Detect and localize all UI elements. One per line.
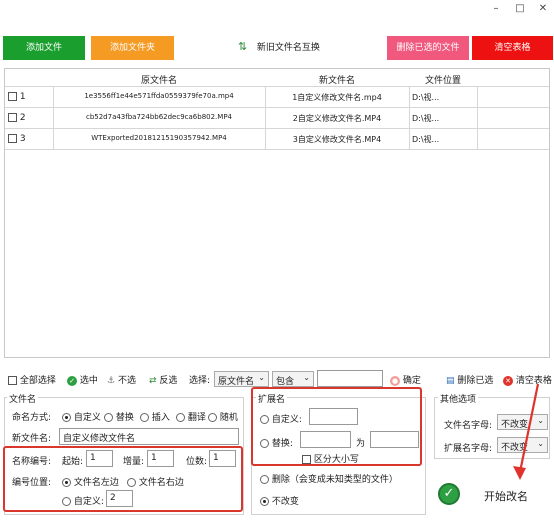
chevron-down-icon: ⌄ [258,373,265,382]
new-name-input[interactable]: 自定义修改文件名 [59,428,239,445]
table-row[interactable]: 3 WTExported20181215190357942.MP4 3自定义修改… [5,129,549,150]
original-name-cell: WTExported20181215190357942.MP4 [91,134,227,142]
select-all-checkbox[interactable]: 全部选择 [8,373,56,386]
original-name-cell: cb52d7a43fba724bb62dec9ca6b802.MP4 [85,113,233,121]
invert-icon: ⇄ [149,376,157,386]
location-cell: D:\视... [412,93,440,102]
digits-input[interactable]: 1 [209,450,236,467]
chevron-down-icon: ⌄ [303,373,310,382]
pos-custom-radio[interactable]: 自定义: [62,494,104,507]
maximize-icon[interactable]: □ [510,2,530,16]
filter-text-input[interactable] [317,370,383,387]
file-table: 原文件名 新文件名 文件位置 1 1e3556ff1e44e571ffda055… [4,68,550,358]
step-label: 增量: [123,457,145,467]
row-checkbox[interactable] [8,92,17,101]
row-checkbox[interactable] [8,113,17,122]
digits-label: 位数: [186,457,208,467]
checkmark-circle-icon: ✓ [438,483,460,505]
ext-custom-input[interactable] [309,408,358,425]
annotation-arrow [513,383,540,480]
clear-table-button[interactable]: 清空表格 [472,36,553,60]
ext-replace-to-input[interactable] [370,431,419,448]
start-label: 起始: [62,457,84,467]
confirm-icon: ● [390,375,400,386]
anchor-icon: ⚓ [107,376,116,386]
choose-label: 选择: [189,376,211,386]
mode-random-radio[interactable]: 随机 [208,410,238,423]
step-input[interactable]: 1 [147,450,174,467]
new-name-label: 新文件名: [12,434,52,444]
delete-list-icon: ▤ [446,376,455,386]
location-cell: D:\视... [412,114,440,123]
mode-translate-radio[interactable]: 翻译 [176,410,206,423]
swap-names-button[interactable]: ⇅ 新旧文件名互换 [238,40,320,53]
case-sensitive-checkbox[interactable]: 区分大小写 [302,452,359,465]
start-input[interactable]: 1 [86,450,113,467]
position-label: 编号位置: [12,478,52,488]
invert-selection-button[interactable]: ⇄ 反选 [149,373,177,386]
select-button[interactable]: ✓ 选中 [67,373,98,386]
pos-left-radio[interactable]: 文件名左边 [62,475,119,488]
mode-replace-radio[interactable]: 替换 [104,410,134,423]
minimize-icon[interactable]: – [486,2,506,16]
numbering-label: 名称编号: [12,457,52,467]
ext-custom-radio[interactable]: 自定义: [260,412,302,425]
filter-operator-select[interactable]: 包含 ⌄ [272,371,314,387]
filter-field-select[interactable]: 原文件名 ⌄ [214,371,269,387]
other-options-legend: 其他选项 [438,392,479,405]
pos-custom-input[interactable]: 2 [106,490,133,507]
confirm-button[interactable]: ● 确定 [390,373,421,386]
check-icon: ✓ [67,375,77,386]
table-row[interactable]: 1 1e3556ff1e44e571ffda0559379fe70a.mp4 1… [5,87,549,108]
header-original-name: 原文件名 [140,76,177,86]
ext-unchanged-radio[interactable]: 不改变 [260,494,299,507]
location-cell: D:\视... [412,135,440,144]
table-row[interactable]: 2 cb52d7a43fba724bb62dec9ca6b802.MP4 2自定… [5,108,549,129]
new-name-cell: 3自定义修改文件名.MP4 [292,135,382,144]
header-new-name: 新文件名 [318,76,355,86]
add-file-button[interactable]: 添加文件 [3,36,85,60]
ext-replace-from-input[interactable] [300,431,351,448]
close-icon[interactable]: ✕ [533,2,553,16]
mode-custom-radio[interactable]: 自定义 [62,410,101,423]
original-name-cell: 1e3556ff1e44e571ffda0559379fe70a.mp4 [84,92,234,100]
table-header: 原文件名 新文件名 文件位置 [5,69,549,87]
mode-insert-radio[interactable]: 插入 [140,410,170,423]
row-checkbox[interactable] [8,134,17,143]
as-label: 为 [356,439,366,449]
deselect-button[interactable]: ⚓ 不选 [107,373,136,386]
header-location: 文件位置 [424,76,461,86]
filename-legend: 文件名 [7,392,39,405]
ext-delete-radio[interactable]: 删除（会变成未知类型的文件） [260,472,398,485]
new-name-cell: 1自定义修改文件名.mp4 [292,93,382,102]
naming-mode-label: 命名方式: [12,413,52,423]
pos-right-radio[interactable]: 文件名右边 [127,475,184,488]
new-name-cell: 2自定义修改文件名.MP4 [292,114,382,123]
ext-replace-radio[interactable]: 替换: [260,436,293,449]
delete-selected-files-button[interactable]: 删除已选的文件 [387,36,469,60]
add-folder-button[interactable]: 添加文件夹 [91,36,174,60]
swap-icon: ⇅ [238,39,248,53]
extension-legend: 扩展名 [256,392,288,405]
